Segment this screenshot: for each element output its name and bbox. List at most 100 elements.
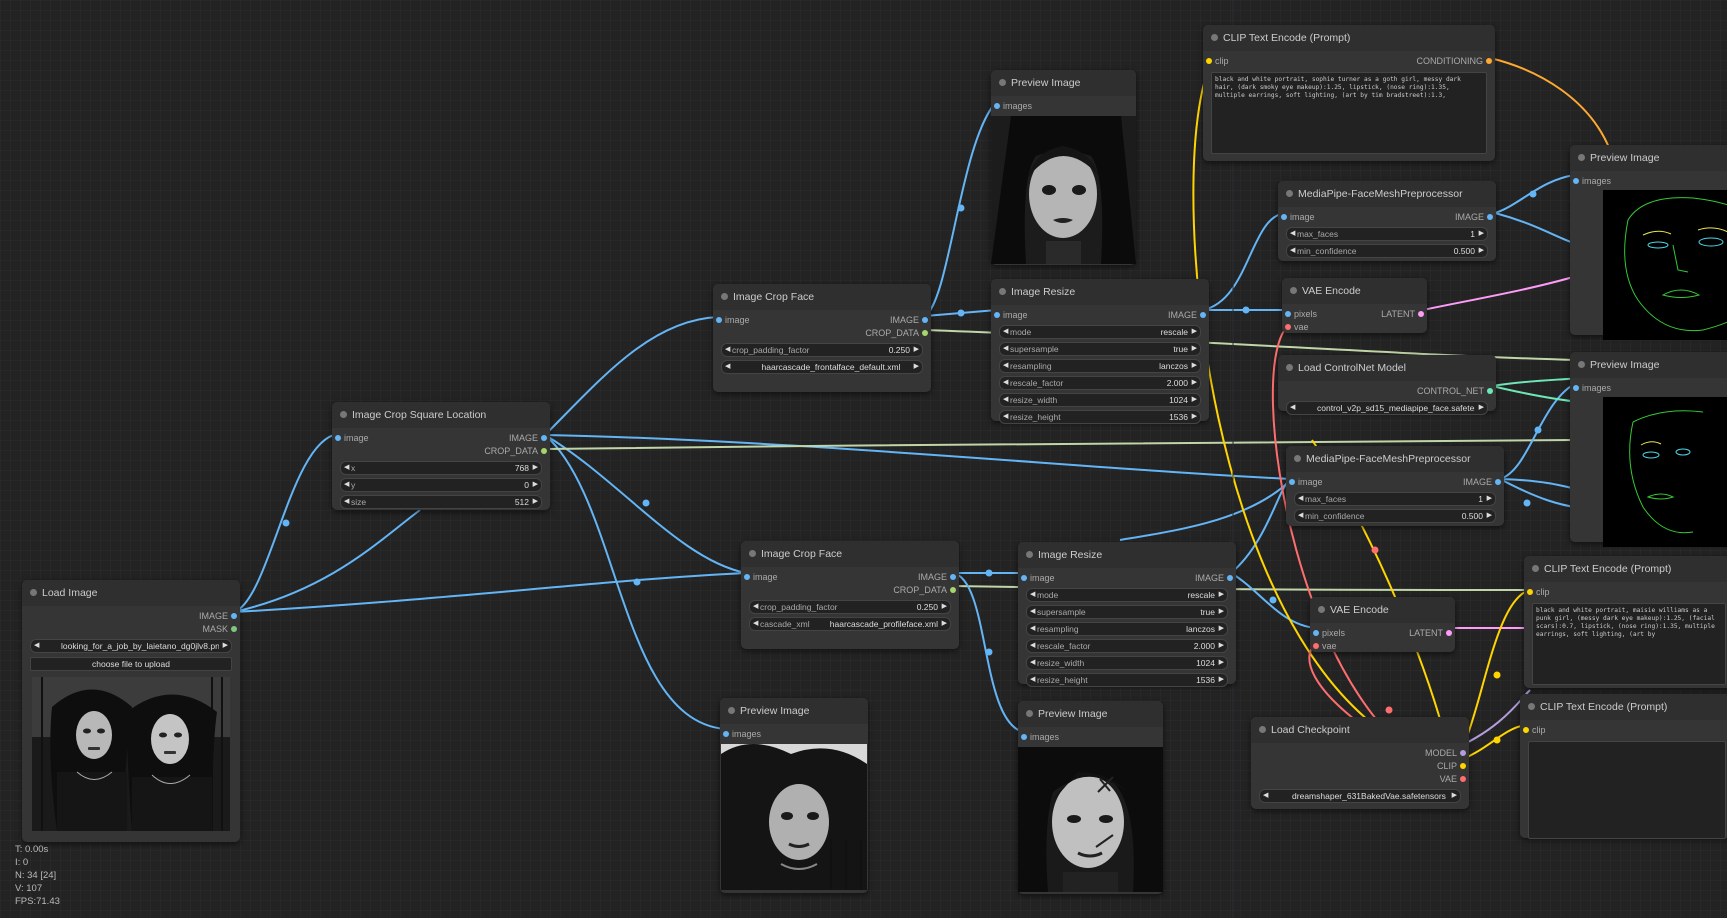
input-images-slot[interactable] [994,103,1000,109]
preview-image-node[interactable]: Preview Image images [991,70,1136,265]
preview-image-node[interactable]: Preview Image images [1570,352,1727,547]
arrow-right-icon[interactable]: ▶ [1219,623,1224,635]
node-title[interactable]: Image Crop Face [741,541,959,567]
collapse-dot-icon[interactable] [999,79,1006,86]
arrow-right-icon[interactable]: ▶ [1192,411,1197,423]
y-widget[interactable]: ◀ y 0 ▶ [340,478,542,492]
arrow-left-icon[interactable]: ◀ [725,361,730,373]
output-crop-slot[interactable] [950,587,956,593]
facemesh-node[interactable]: MediaPipe-FaceMeshPreprocessor image IMAG… [1286,446,1504,526]
input-pixels-slot[interactable] [1313,630,1319,636]
arrow-right-icon[interactable]: ▶ [914,361,919,373]
arrow-right-icon[interactable]: ▶ [914,344,919,356]
arrow-right-icon[interactable]: ▶ [1479,228,1484,240]
resize-height-widget[interactable]: ◀ resize_height 1536 ▶ [1026,673,1228,687]
arrow-left-icon[interactable]: ◀ [1030,657,1035,669]
output-mask-slot[interactable] [231,626,237,632]
collapse-dot-icon[interactable] [1528,703,1535,710]
rescale-factor-widget[interactable]: ◀ rescale_factor 2.000 ▶ [999,376,1201,390]
image-file-combo[interactable]: ◀ looking_for_a_job_by_laietano_dg0jlv8.p… [30,639,232,653]
crop-square-node[interactable]: Image Crop Square Location image IMAGE CR… [332,402,550,510]
padding-widget[interactable]: ◀ crop_padding_factor 0.250 ▶ [749,600,951,614]
arrow-left-icon[interactable]: ◀ [1298,493,1303,505]
output-vae-slot[interactable] [1460,776,1466,782]
crop-face-node[interactable]: Image Crop Face image IMAGE CROP_DATA ◀ cr… [713,284,931,392]
min-confidence-widget[interactable]: ◀ min_confidence 0.500 ▶ [1294,509,1496,523]
input-images-slot[interactable] [1021,734,1027,740]
node-title[interactable]: MediaPipe-FaceMeshPreprocessor [1286,446,1504,472]
node-title[interactable]: Preview Image [1570,145,1727,171]
input-image-slot[interactable] [994,312,1000,318]
input-image-slot[interactable] [1021,575,1027,581]
resampling-widget[interactable]: ◀ resampling lanczos ▶ [999,359,1201,373]
crop-face-node[interactable]: Image Crop Face image IMAGE CROP_DATA ◀ cr… [741,541,959,649]
arrow-left-icon[interactable]: ◀ [344,479,349,491]
input-image-slot[interactable] [335,435,341,441]
input-vae-slot[interactable] [1285,324,1291,330]
image-resize-node[interactable]: Image Resize image IMAGE ◀ mode rescale ▶ ◀ s… [1018,542,1236,687]
arrow-left-icon[interactable]: ◀ [1003,343,1008,355]
output-latent-slot[interactable] [1418,311,1424,317]
resize-height-widget[interactable]: ◀ resize_height 1536 ▶ [999,410,1201,424]
load-controlnet-node[interactable]: Load ControlNet Model CONTROL_NET ◀ contr… [1278,355,1496,415]
input-image-slot[interactable] [1289,479,1295,485]
collapse-dot-icon[interactable] [1532,565,1539,572]
cascade-widget[interactable]: ◀ cascade_xml haarcascade_profileface.xml ▶ [749,617,951,631]
node-title[interactable]: Image Resize [1018,542,1236,568]
node-title[interactable]: CLIP Text Encode (Prompt) [1520,694,1727,720]
arrow-left-icon[interactable]: ◀ [1030,640,1035,652]
preview-image-node[interactable]: Preview Image images [1570,145,1727,340]
image-resize-node[interactable]: Image Resize image IMAGE ◀ mode rescale ▶ ◀ s… [991,279,1209,424]
node-title[interactable]: Preview Image [1018,701,1163,727]
padding-widget[interactable]: ◀ crop_padding_factor 0.250 ▶ [721,343,923,357]
output-crop-slot[interactable] [922,330,928,336]
collapse-dot-icon[interactable] [1578,361,1585,368]
arrow-right-icon[interactable]: ▶ [1219,674,1224,686]
arrow-left-icon[interactable]: ◀ [344,462,349,474]
rescale-factor-widget[interactable]: ◀ rescale_factor 2.000 ▶ [1026,639,1228,653]
preview-image-node[interactable]: Preview Image images [720,698,868,893]
preview-image-node[interactable]: Preview Image images [1018,701,1163,894]
output-image-slot[interactable] [1487,214,1493,220]
input-pixels-slot[interactable] [1285,311,1291,317]
arrow-left-icon[interactable]: ◀ [1003,394,1008,406]
arrow-left-icon[interactable]: ◀ [1030,606,1035,618]
output-image-slot[interactable] [1227,575,1233,581]
collapse-dot-icon[interactable] [749,550,756,557]
node-title[interactable]: VAE Encode [1310,597,1455,623]
arrow-left-icon[interactable]: ◀ [344,496,349,508]
mode-widget[interactable]: ◀ mode rescale ▶ [1026,588,1228,602]
resize-width-widget[interactable]: ◀ resize_width 1024 ▶ [999,393,1201,407]
collapse-dot-icon[interactable] [1286,190,1293,197]
load-checkpoint-node[interactable]: Load Checkpoint MODEL CLIP VAE ◀ dreamsha… [1251,717,1469,809]
output-latent-slot[interactable] [1446,630,1452,636]
arrow-right-icon[interactable]: ▶ [1192,394,1197,406]
collapse-dot-icon[interactable] [1259,726,1266,733]
input-clip-slot[interactable] [1523,727,1529,733]
collapse-dot-icon[interactable] [1026,551,1033,558]
arrow-right-icon[interactable]: ▶ [533,479,538,491]
arrow-right-icon[interactable]: ▶ [1192,326,1197,338]
prompt-textarea[interactable]: black and white portrait, maisie william… [1532,603,1726,685]
collapse-dot-icon[interactable] [1578,154,1585,161]
arrow-left-icon[interactable]: ◀ [1290,228,1295,240]
arrow-right-icon[interactable]: ▶ [1479,245,1484,257]
min-confidence-widget[interactable]: ◀ min_confidence 0.500 ▶ [1286,244,1488,258]
collapse-dot-icon[interactable] [340,411,347,418]
node-title[interactable]: Preview Image [720,698,868,724]
arrow-right-icon[interactable]: ▶ [942,618,947,630]
arrow-right-icon[interactable]: ▶ [1192,343,1197,355]
max-faces-widget[interactable]: ◀ max_faces 1 ▶ [1286,227,1488,241]
arrow-left-icon[interactable]: ◀ [1290,245,1295,257]
arrow-left-icon[interactable]: ◀ [34,640,39,652]
prompt-textarea[interactable]: black and white portrait, sophie turner … [1211,72,1487,154]
collapse-dot-icon[interactable] [1026,710,1033,717]
output-image-slot[interactable] [922,317,928,323]
arrow-left-icon[interactable]: ◀ [1003,377,1008,389]
arrow-left-icon[interactable]: ◀ [753,601,758,613]
collapse-dot-icon[interactable] [728,707,735,714]
node-title[interactable]: Image Resize [991,279,1209,305]
output-conditioning-slot[interactable] [1486,58,1492,64]
input-image-slot[interactable] [744,574,750,580]
collapse-dot-icon[interactable] [1294,455,1301,462]
